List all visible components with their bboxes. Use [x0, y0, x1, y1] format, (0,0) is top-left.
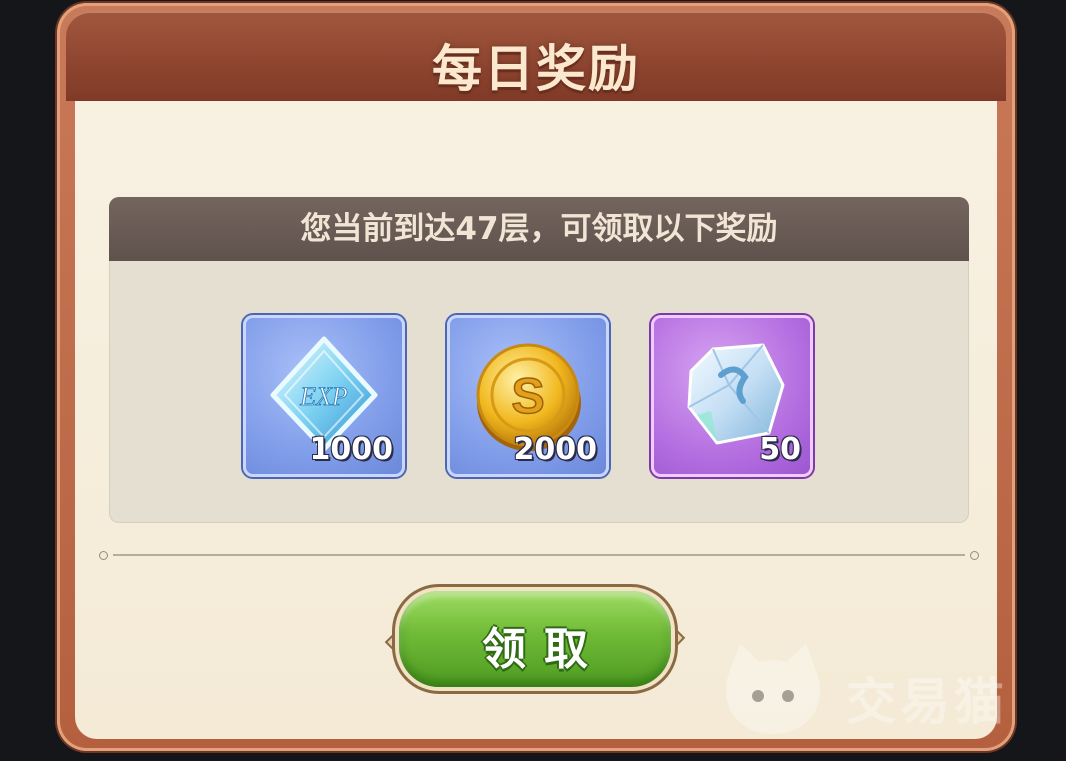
divider [99, 551, 979, 560]
reward-count: 1000 [309, 432, 394, 467]
reward-item-gem[interactable]: 50 [651, 315, 813, 477]
reward-item-exp[interactable]: EXP 1000 [243, 315, 405, 477]
reward-count: 50 [759, 432, 801, 467]
reward-header: 您当前到达47层，可领取以下奖励 [109, 197, 969, 261]
daily-reward-dialog: 每日奖励 您当前到达47层，可领取以下奖励 EXP 1000 S 2000 50… [57, 3, 1015, 751]
svg-text:EXP: EXP [299, 382, 348, 411]
game-screen: 每日奖励 您当前到达47层，可领取以下奖励 EXP 1000 S 2000 50… [0, 0, 1066, 761]
claim-button-body: 领取 [399, 591, 671, 687]
reward-box: 您当前到达47层，可领取以下奖励 EXP 1000 S 2000 50 [109, 197, 969, 523]
claim-button[interactable]: 领取 [384, 589, 686, 689]
claim-button-label: 领取 [482, 624, 606, 675]
dialog-body: 您当前到达47层，可领取以下奖励 EXP 1000 S 2000 50 领取 [75, 101, 997, 739]
svg-text:S: S [511, 368, 544, 424]
dialog-title-bar: 每日奖励 [66, 11, 1006, 101]
reward-item-gold[interactable]: S 2000 [447, 315, 609, 477]
dialog-title: 每日奖励 [432, 40, 640, 98]
reward-count: 2000 [513, 432, 598, 467]
